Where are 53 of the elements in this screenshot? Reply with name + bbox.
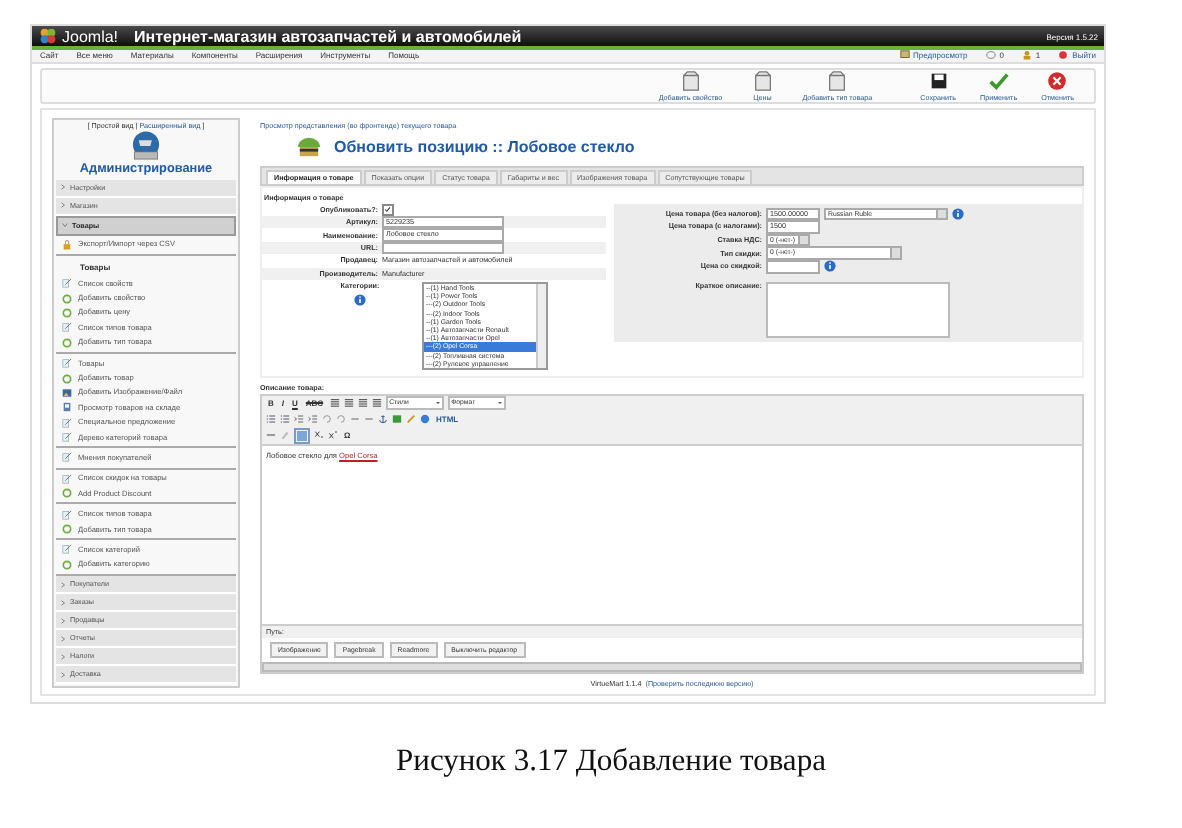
chevron-icon [60,617,66,623]
speech-bubble-icon [985,50,996,61]
indent-icon[interactable] [294,414,304,425]
publish-checkbox[interactable] [382,204,393,216]
checkmark-icon [987,69,1010,92]
plus-circle-icon [62,373,72,383]
pencil-note-icon [62,322,72,333]
plus-circle-icon [62,337,72,348]
chevron-icon [60,184,66,191]
list-icon[interactable] [280,414,290,425]
chevron-icon [60,635,66,641]
plus-circle-icon [62,524,72,535]
pencil-note-icon [62,473,72,484]
align-icon[interactable] [329,398,340,409]
category-listbox[interactable] [422,281,548,370]
pencil-note-icon [62,358,72,369]
info-icon [354,293,366,306]
chevron-icon [60,671,66,677]
plus-circle-icon [62,488,72,499]
scrollbar[interactable] [536,283,546,368]
page-title: Обновить позицию :: Лобовое стекло [334,137,635,156]
logo-icon [38,26,58,46]
document-icon [62,402,72,413]
plus-circle-icon [62,307,72,318]
pencil-note-icon [62,417,72,428]
superscript-icon[interactable] [328,430,338,441]
figure-caption: Рисунок 3.17 Добавление товара [394,744,828,780]
short-description-field[interactable] [766,281,950,338]
pencil-note-icon [62,509,72,520]
lock-icon [62,239,72,250]
anchor-icon[interactable] [378,414,388,425]
align-icon[interactable] [357,398,368,409]
plus-circle-icon [62,293,72,304]
pencil-note-icon [62,452,72,463]
horizontal-rule-icon[interactable] [266,430,276,441]
chevron-icon [60,202,66,209]
plus-circle-icon [62,559,72,570]
product-box-icon [296,135,322,158]
indent-icon[interactable] [308,414,318,425]
pencil-note-icon [62,432,72,443]
chevron-icon [60,581,66,587]
pencil-note-icon [62,278,72,289]
chevron-icon [60,599,66,605]
align-icon[interactable] [343,398,354,409]
logo-text: Joomla! [62,27,119,45]
chevron-icon [60,653,66,659]
pencil-note-icon [62,544,72,555]
users-icon [1021,50,1032,61]
site-title: Интернет-магазин автозапчастей и автомобилей [134,27,524,45]
subscript-icon[interactable] [314,430,324,441]
horizontal-scrollbar[interactable] [262,662,1082,672]
align-icon[interactable] [371,398,382,409]
list-icon[interactable] [266,414,276,425]
